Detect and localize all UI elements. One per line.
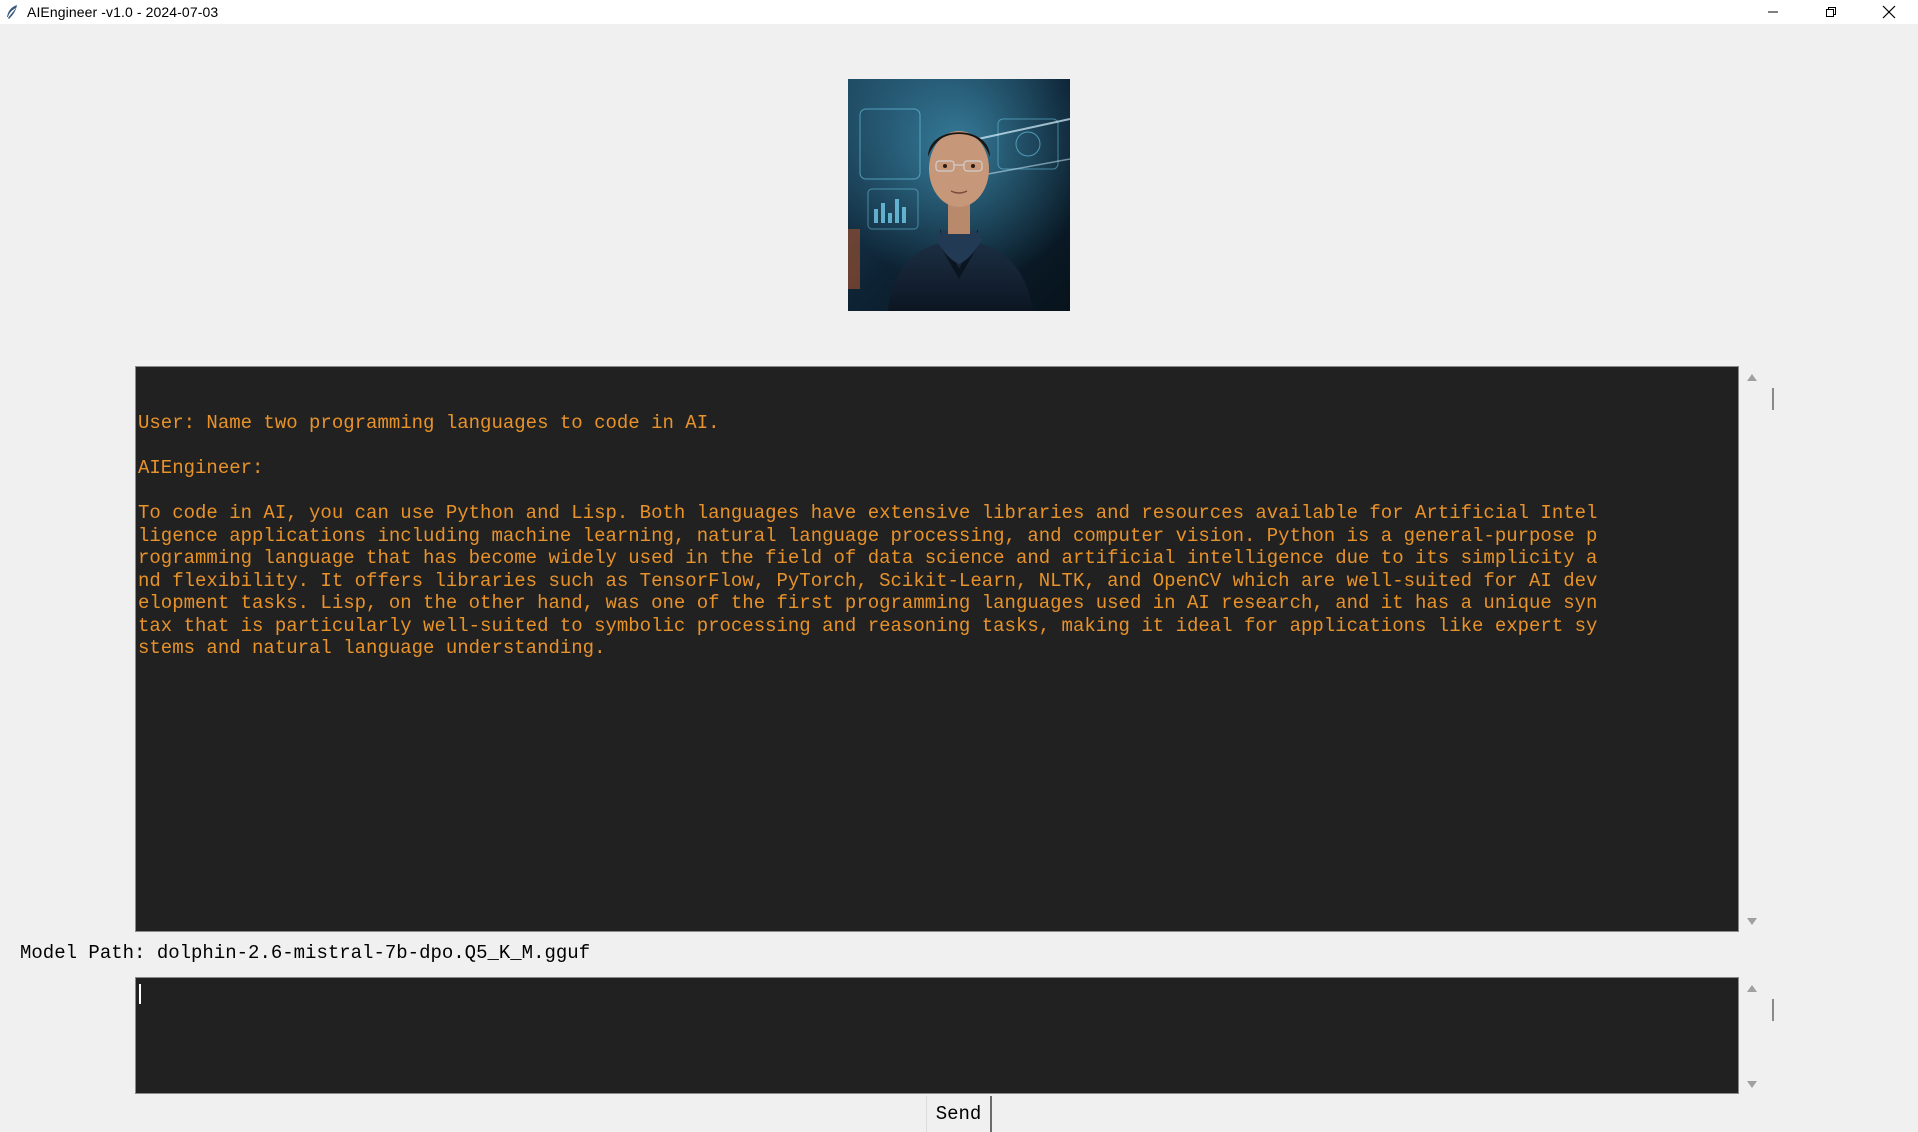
scroll-down-icon[interactable] [1747,918,1757,925]
scroll-up-icon[interactable] [1747,985,1757,992]
send-button[interactable]: Send [926,1096,992,1132]
assistant-response-line: elopment tasks. Lisp, on the other hand,… [138,592,1598,614]
close-icon [1882,5,1896,19]
assistant-response-line: nd flexibility. It offers libraries such… [138,569,1598,592]
assistant-response-line: tax that is particularly well-suited to … [138,614,1598,637]
scroll-thumb[interactable] [1772,999,1774,1021]
scroll-thumb[interactable] [1772,388,1774,410]
chat-scrollbar[interactable] [1742,366,1774,932]
restore-button[interactable] [1802,0,1860,24]
scroll-down-icon[interactable] [1747,1081,1757,1088]
text-caret [139,984,141,1004]
window-title: AIEngineer -v1.0 - 2024-07-03 [27,4,219,20]
close-button[interactable] [1860,0,1918,24]
restore-icon [1826,7,1836,17]
chat-output[interactable]: User: Name two programming languages to … [135,366,1739,932]
assistant-label: AIEngineer: [138,457,264,479]
title-bar: AIEngineer -v1.0 - 2024-07-03 [0,0,1918,24]
assistant-response-line: stems and natural language understanding… [138,637,606,659]
user-message: User: Name two programming languages to … [138,412,720,434]
assistant-response-line: rogramming language that has become wide… [138,547,1598,569]
assistant-response-line: To code in AI, you can use Python and Li… [138,502,1598,524]
input-scrollbar[interactable] [1742,977,1774,1094]
assistant-response-line: ligence applications including machine l… [138,524,1598,547]
window-controls [1744,0,1918,24]
feather-icon [7,5,17,19]
avatar-image [848,79,1070,311]
message-input[interactable] [135,977,1739,1094]
model-path-label: Model Path: dolphin-2.6-mistral-7b-dpo.Q… [20,942,591,964]
scroll-up-icon[interactable] [1747,374,1757,381]
minimize-button[interactable] [1744,0,1802,24]
minimize-icon [1768,11,1778,13]
